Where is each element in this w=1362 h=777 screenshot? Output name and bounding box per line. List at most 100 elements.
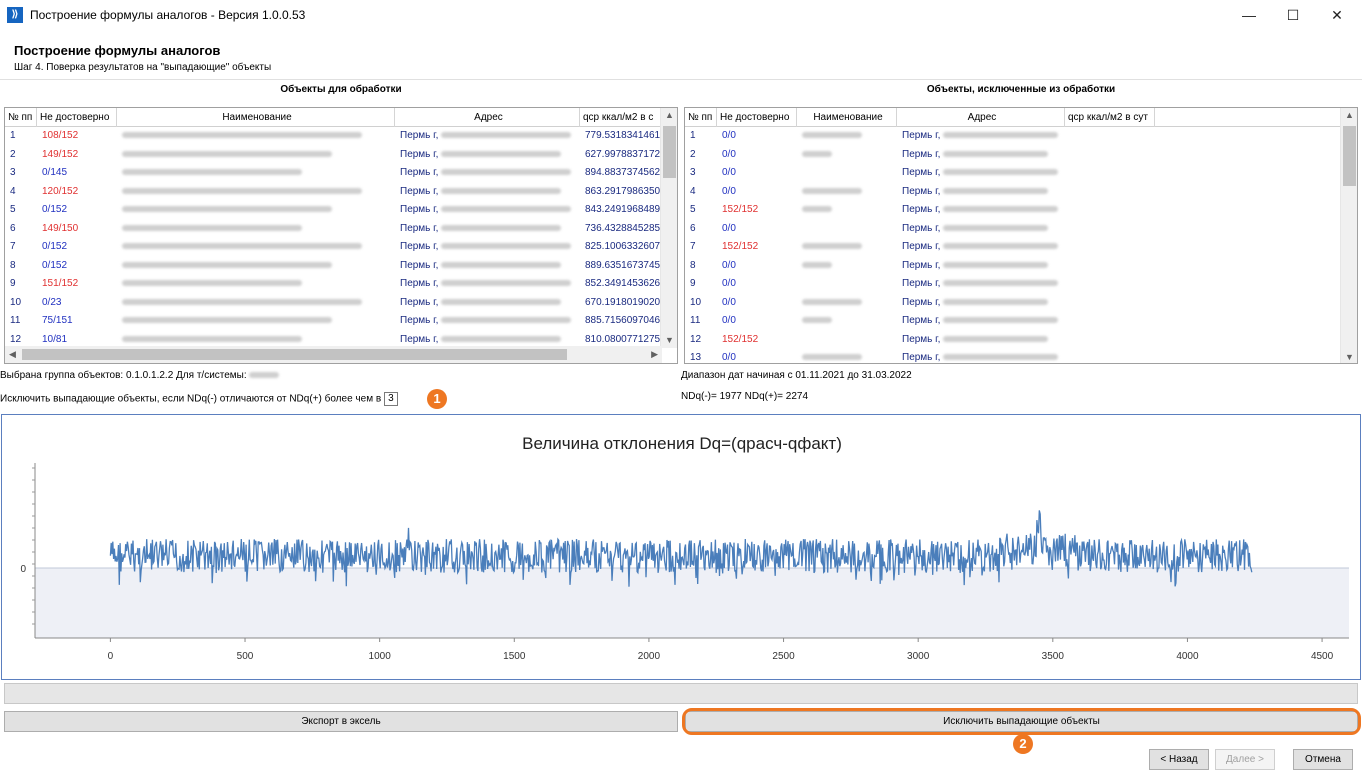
minimize-button[interactable]: — — [1226, 0, 1272, 30]
table-row[interactable]: 2 0/0 Пермь г, — [685, 146, 1357, 165]
object-name — [117, 201, 395, 220]
chart-title: Величина отклонения Dq=(qрасч-qфакт) — [522, 434, 842, 453]
close-button[interactable]: ✕ — [1314, 0, 1360, 30]
column-header[interactable]: Наименование — [117, 108, 395, 127]
object-address: Пермь г, — [395, 257, 580, 276]
object-address: Пермь г, — [395, 220, 580, 239]
scroll-thumb[interactable] — [22, 349, 567, 360]
table-header: № пп Не достоверно Наименование Адрес qс… — [685, 108, 1357, 127]
table-row[interactable]: 6 149/150 Пермь г, 736.4328845285 — [5, 220, 677, 239]
cancel-button[interactable]: Отмена — [1293, 749, 1353, 770]
object-name — [117, 275, 395, 294]
q-value: 627.9978837172 — [585, 148, 661, 160]
unreliable-count: 149/152 — [42, 148, 79, 160]
scroll-thumb[interactable] — [1343, 126, 1356, 186]
column-header[interactable]: Не достоверно — [717, 108, 797, 127]
table-row[interactable]: 11 0/0 Пермь г, — [685, 312, 1357, 331]
object-address: Пермь г, — [395, 294, 580, 313]
progress-bar — [4, 683, 1358, 704]
chart-canvas: Величина отклонения Dq=(qрасч-qфакт) 0 0… — [20, 434, 1349, 662]
row-number: 8 — [690, 259, 696, 271]
row-number: 11 — [690, 315, 701, 326]
unreliable-count: 0/0 — [722, 185, 736, 197]
row-number: 5 — [10, 204, 16, 215]
column-header[interactable]: Не достоверно — [37, 108, 117, 127]
object-name — [117, 294, 395, 313]
object-name — [117, 183, 395, 202]
row-number: 10 — [690, 296, 702, 308]
unreliable-count: 0/0 — [722, 130, 736, 141]
next-button[interactable]: Далее > — [1215, 749, 1275, 770]
maximize-button[interactable]: ☐ — [1270, 0, 1316, 30]
object-address: Пермь г, — [897, 349, 1065, 363]
table-row[interactable]: 12 152/152 Пермь г, — [685, 331, 1357, 350]
row-number: 12 — [690, 333, 702, 345]
q-value: 779.5318341461 — [585, 130, 661, 141]
row-number: 2 — [690, 148, 696, 160]
table-row[interactable]: 9 151/152 Пермь г, 852.3491453626 — [5, 275, 677, 294]
table-row[interactable]: 3 0/0 Пермь г, — [685, 164, 1357, 183]
table-row[interactable]: 10 0/0 Пермь г, — [685, 294, 1357, 313]
table-row[interactable]: 8 0/152 Пермь г, 889.6351673745 — [5, 257, 677, 276]
table-row[interactable]: 8 0/0 Пермь г, — [685, 257, 1357, 276]
vertical-scrollbar[interactable]: ▲ ▼ — [660, 108, 677, 348]
unreliable-count: 0/152 — [42, 204, 68, 215]
object-name — [117, 220, 395, 239]
table-row[interactable]: 4 0/0 Пермь г, — [685, 183, 1357, 202]
table-row[interactable]: 4 120/152 Пермь г, 863.2917986350 — [5, 183, 677, 202]
object-address: Пермь г, — [395, 183, 580, 202]
table-row[interactable]: 7 152/152 Пермь г, — [685, 238, 1357, 257]
object-address: Пермь г, — [897, 275, 1065, 294]
table-row[interactable]: 7 0/152 Пермь г, 825.1006332607 — [5, 238, 677, 257]
scroll-down-icon[interactable]: ▼ — [1345, 352, 1354, 362]
date-range: Диапазон дат начиная с 01.11.2021 до 31.… — [681, 370, 912, 381]
scroll-right-icon[interactable]: ▶ — [651, 349, 658, 360]
table-row[interactable]: 2 149/152 Пермь г, 627.9978837172 — [5, 146, 677, 165]
table-row[interactable]: 9 0/0 Пермь г, — [685, 275, 1357, 294]
row-number: 7 — [10, 241, 16, 252]
row-number: 4 — [690, 185, 696, 197]
table-row[interactable]: 11 75/151 Пермь г, 885.7156097046 — [5, 312, 677, 331]
row-number: 1 — [690, 130, 696, 141]
column-header[interactable]: qср ккал/м2 в сут — [1065, 108, 1155, 127]
objects-table[interactable]: № пп Не достоверно Наименование Адрес qс… — [4, 107, 678, 364]
column-header[interactable]: № пп — [685, 108, 717, 127]
scroll-up-icon[interactable]: ▲ — [1345, 110, 1354, 120]
table-row[interactable]: 5 0/152 Пермь г, 843.2491968489 — [5, 201, 677, 220]
object-name — [117, 257, 395, 276]
x-tick-label: 2000 — [638, 651, 661, 662]
scroll-up-icon[interactable]: ▲ — [665, 110, 674, 120]
table-row[interactable]: 1 0/0 Пермь г, — [685, 127, 1357, 146]
scroll-down-icon[interactable]: ▼ — [665, 335, 674, 345]
scroll-left-icon[interactable]: ◀ — [9, 349, 16, 360]
column-header[interactable]: Адрес — [897, 108, 1065, 127]
object-name — [117, 146, 395, 165]
object-address: Пермь г, — [395, 164, 580, 183]
table-row[interactable]: 10 0/23 Пермь г, 670.1918019020 — [5, 294, 677, 313]
vertical-scrollbar[interactable]: ▲ ▼ — [1340, 108, 1357, 363]
table-row[interactable]: 6 0/0 Пермь г, — [685, 220, 1357, 239]
unreliable-count: 0/0 — [722, 167, 736, 178]
unreliable-count: 0/152 — [42, 259, 68, 271]
threshold-input[interactable]: 3 — [383, 392, 398, 406]
table-row[interactable]: 5 152/152 Пермь г, — [685, 201, 1357, 220]
export-excel-button[interactable]: Экспорт в эксель — [4, 711, 678, 732]
horizontal-scrollbar[interactable]: ◀ ▶ — [5, 346, 662, 363]
column-header[interactable]: № пп — [5, 108, 37, 127]
table-row[interactable]: 1 108/152 Пермь г, 779.5318341461 — [5, 127, 677, 146]
column-header[interactable]: Наименование — [797, 108, 897, 127]
ndq-summary: NDq(-)= 1977 NDq(+)= 2274 — [681, 391, 809, 402]
scroll-thumb[interactable] — [663, 126, 676, 178]
row-number: 9 — [690, 278, 696, 289]
table-row[interactable]: 13 0/0 Пермь г, — [685, 349, 1357, 363]
row-number: 11 — [10, 315, 21, 326]
x-tick-label: 4000 — [1176, 651, 1199, 662]
row-number: 3 — [10, 167, 16, 178]
column-header[interactable]: qср ккал/м2 в с — [580, 108, 662, 127]
x-tick-label: 500 — [237, 651, 254, 662]
excluded-objects-table[interactable]: № пп Не достоверно Наименование Адрес qс… — [684, 107, 1358, 364]
x-tick-label: 1000 — [369, 651, 392, 662]
back-button[interactable]: < Назад — [1149, 749, 1209, 770]
table-row[interactable]: 3 0/145 Пермь г, 894.8837374562 — [5, 164, 677, 183]
column-header[interactable]: Адрес — [395, 108, 580, 127]
